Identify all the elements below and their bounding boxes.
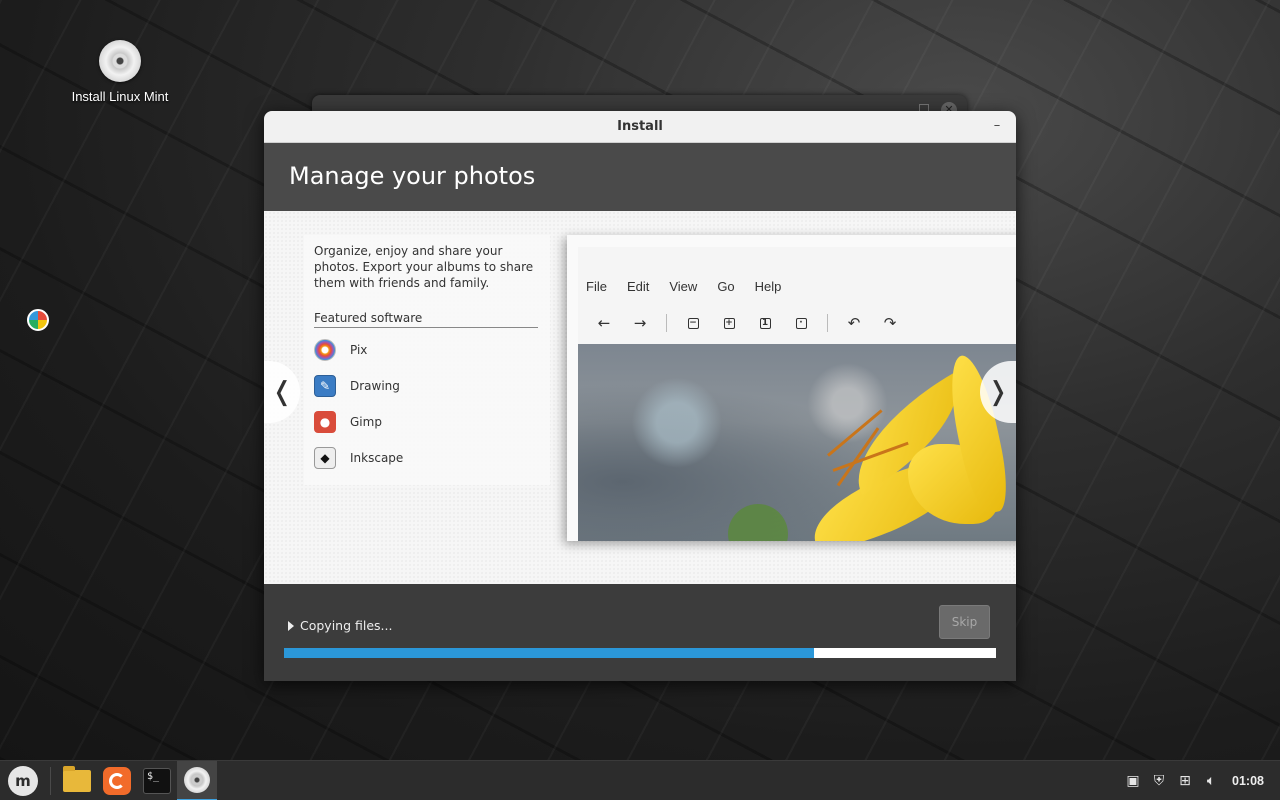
pix-icon [314,339,336,361]
inkscape-icon: ◆ [314,447,336,469]
forward-arrow-icon: → [633,314,647,332]
installer-task-button[interactable] [177,760,217,800]
list-item: ◆ Inkscape [314,440,540,476]
list-item: Pix [314,332,540,368]
clock[interactable]: 01:08 [1232,774,1264,788]
install-window: Install – Manage your photos Organize, e… [264,111,1016,681]
menu-edit: Edit [626,279,650,294]
zoom-fit-icon: · [783,313,819,333]
app-screenshot: File Edit View Go Help ← → − + 1 · ↶ ↷ [567,235,1016,541]
disc-icon [99,40,141,82]
desktop: Install Linux Mint ✕ Install – Manage yo… [0,0,1280,760]
previous-slide-button[interactable]: ❬ [264,361,300,423]
volume-icon[interactable]: 🔈︎ [1198,761,1224,800]
firefox-launcher[interactable] [97,761,137,800]
expander-arrow-icon [288,620,294,631]
zoom-actual-icon: 1 [747,313,783,333]
slideshow: Organize, enjoy and share your photos. E… [264,211,1016,584]
software-name: Inkscape [350,451,404,465]
zoom-in-icon: + [723,317,735,329]
progress-fill [284,648,815,658]
gimp-icon: ● [314,411,336,433]
linux-mint-logo-icon: m [8,765,38,796]
menu-help: Help [754,279,782,294]
install-linux-mint-desktop-icon[interactable]: Install Linux Mint [60,40,180,104]
back-arrow-icon: ← [597,314,611,332]
install-footer: Copying files... Skip [264,584,1016,681]
start-menu-button[interactable]: m [0,761,46,800]
status-text: Copying files... [300,618,393,633]
screenshot-menubar: File Edit View Go Help [586,279,801,294]
software-name: Pix [350,343,368,357]
shield-icon[interactable]: ⛨ [1146,761,1172,800]
notes-icon[interactable]: ▣ [1120,761,1146,800]
drawing-icon: ✎ [314,375,336,397]
taskbar: m $_ ▣ ⛨ ⊞ 🔈︎ 01:08 [0,760,1280,800]
software-list: Pix ✎ Drawing ● Gimp ◆ Inkscape [314,332,540,476]
progress-bar [284,648,996,658]
rotate-right-icon: ↷ [883,314,897,332]
firefox-icon [103,766,131,795]
software-name: Gimp [350,415,382,429]
desktop-icon-label: Install Linux Mint [71,89,169,104]
skip-button[interactable]: Skip [939,605,990,639]
lily-photo [578,344,1016,541]
screenshot-toolbar: ← → − + 1 · ↶ ↷ [586,313,908,333]
menu-view: View [669,279,698,294]
window-title: Install [617,119,663,134]
details-expander[interactable]: Copying files... [288,618,392,633]
terminal-icon: $_ [143,767,171,794]
toolbar-separator [827,314,828,332]
color-wheel-icon[interactable] [27,309,49,331]
window-titlebar[interactable]: Install – [264,111,1016,143]
folder-icon [63,765,91,792]
chevron-right-icon: ❭ [987,377,1009,407]
slide-header: Manage your photos [264,143,1016,211]
files-launcher[interactable] [57,761,97,800]
list-item: ● Gimp [314,404,540,440]
network-icon[interactable]: ⊞ [1172,761,1198,800]
featured-software-heading: Featured software [314,311,538,328]
slide-description: Organize, enjoy and share your photos. E… [314,244,534,290]
taskbar-divider [50,766,51,795]
disc-icon [184,766,210,793]
rotate-left-icon: ↶ [847,314,861,332]
software-name: Drawing [350,379,400,393]
leaf-shape [717,493,799,541]
list-item: ✎ Drawing [314,368,540,404]
chevron-left-icon: ❬ [271,377,293,407]
screenshot-window: File Edit View Go Help ← → − + 1 · ↶ ↷ [578,247,1016,541]
minimize-button[interactable]: – [988,117,1006,135]
menu-go: Go [717,279,735,294]
slide-title: Manage your photos [289,162,536,190]
menu-file: File [586,279,607,294]
toolbar-separator [666,314,667,332]
terminal-launcher[interactable]: $_ [137,761,177,800]
system-tray: ▣ ⛨ ⊞ 🔈︎ 01:08 [1120,761,1280,800]
info-panel: Organize, enjoy and share your photos. E… [304,235,550,485]
zoom-out-icon: − [687,317,699,329]
